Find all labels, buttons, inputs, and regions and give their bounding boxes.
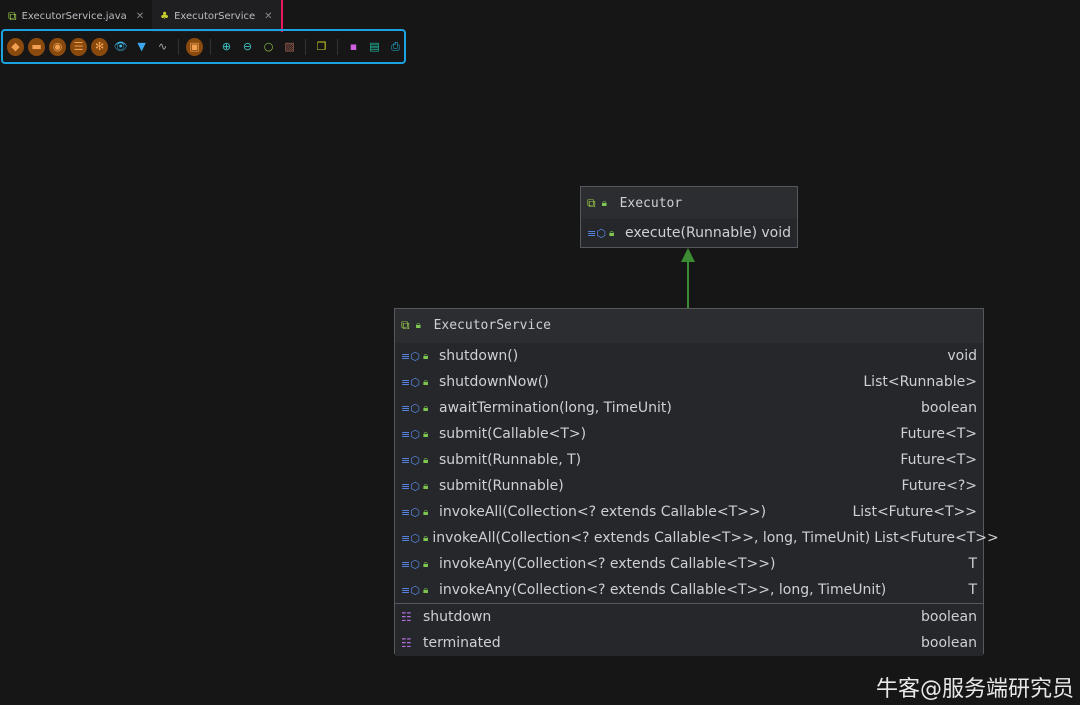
divider bbox=[305, 38, 307, 55]
print-icon[interactable]: ⎙ bbox=[387, 38, 404, 56]
method-icon: ≡⬡ bbox=[401, 557, 420, 571]
edge-routing-icon[interactable]: ∿ bbox=[154, 38, 171, 56]
lock-icon: 🔒︎ bbox=[601, 197, 607, 209]
field-row[interactable]: ☷ terminated boolean bbox=[395, 630, 983, 656]
zoom-out-icon[interactable]: ⊖ bbox=[239, 38, 256, 56]
node-header: ⧉ 🔒︎ Executor bbox=[581, 187, 797, 219]
arrowhead bbox=[681, 248, 695, 262]
method-row[interactable]: ≡⬡ 🔒︎ shutdownNow() List<Runnable> bbox=[395, 369, 983, 395]
interface-icon: ⧉ bbox=[8, 8, 17, 23]
method-row[interactable]: ≡⬡ 🔒︎ invokeAll(Collection<? extends Calla… bbox=[395, 499, 983, 525]
lock-icon: 🔒︎ bbox=[423, 350, 429, 362]
method-icon: ≡⬡ bbox=[401, 401, 420, 415]
lock-icon: 🔒︎ bbox=[423, 584, 429, 596]
method-icon: ≡⬡ bbox=[401, 427, 420, 441]
watermark: 牛客@服务端研究员 bbox=[875, 677, 1074, 702]
field-icon: ☷ bbox=[401, 636, 412, 650]
method-icon: ≡⬡ bbox=[401, 479, 420, 493]
fields-section: ☷ shutdown boolean ☷ terminated boolean bbox=[395, 604, 983, 656]
method-row[interactable]: ≡⬡ 🔒︎ shutdown() void bbox=[395, 343, 983, 369]
lock-icon: 🔒︎ bbox=[423, 376, 429, 388]
divider bbox=[178, 38, 180, 55]
method-row[interactable]: ≡⬡ 🔒︎ awaitTermination(long, TimeUnit) bool… bbox=[395, 395, 983, 421]
executor-node[interactable]: ⧉ 🔒︎ Executor ≡⬡ 🔒︎ execute(Runnable) void bbox=[580, 186, 798, 248]
field-icon: ☷ bbox=[401, 610, 412, 624]
lock-icon: 🔒︎ bbox=[423, 480, 429, 492]
zoom-in-icon[interactable]: ⊕ bbox=[218, 38, 235, 56]
save-icon[interactable]: ▪ bbox=[345, 38, 362, 56]
lock-icon: 🔒︎ bbox=[609, 227, 615, 239]
actual-size-icon[interactable]: ○ bbox=[260, 38, 277, 56]
lock-icon: 🔒︎ bbox=[415, 319, 421, 331]
diagram-icon: ♣ bbox=[160, 10, 170, 22]
visibility-eye-icon[interactable]: 👁 bbox=[112, 38, 129, 56]
method-icon: ≡⬡ bbox=[401, 583, 420, 597]
lock-icon: 🔒︎ bbox=[423, 532, 429, 544]
method-row[interactable]: ≡⬡ 🔒︎ submit(Runnable, T) Future<T> bbox=[395, 447, 983, 473]
lock-icon: 🔒︎ bbox=[423, 558, 429, 570]
editor-tabs: ⧉ ExecutorService.java ✕ ♣ ExecutorService ✕ bbox=[0, 0, 283, 32]
method-icon: ≡⬡ bbox=[401, 505, 420, 519]
package-icon[interactable]: ▣ bbox=[186, 37, 204, 56]
divider bbox=[210, 38, 212, 55]
method-row[interactable]: ≡⬡ 🔒︎ invokeAll(Collection<? extends Calla… bbox=[395, 525, 999, 551]
method-row[interactable]: ≡⬡ 🔒︎ submit(Runnable) Future<?> bbox=[395, 473, 983, 499]
fit-content-icon[interactable]: ▨ bbox=[281, 38, 298, 56]
lock-icon: 🔒︎ bbox=[423, 428, 429, 440]
tab-executorservice-java[interactable]: ⧉ ExecutorService.java ✕ bbox=[0, 0, 152, 32]
diagram-toolbar: ◆ ▬ ◉ ☰ ✻ 👁 ▼ ∿ ▣ ⊕ ⊖ ○ ▨ ❐ ▪ ▤ ⎙ bbox=[1, 29, 406, 64]
tab-executorservice-diagram[interactable]: ♣ ExecutorService ✕ bbox=[152, 0, 283, 32]
methods-icon[interactable]: ◉ bbox=[49, 37, 67, 56]
layout-icon[interactable]: ❐ bbox=[313, 38, 330, 56]
method-icon: ≡⬡ bbox=[587, 226, 606, 240]
inner-classes-icon[interactable]: ✻ bbox=[91, 37, 109, 56]
method-icon: ≡⬡ bbox=[401, 349, 420, 363]
method-icon: ≡⬡ bbox=[401, 375, 420, 389]
lock-icon: 🔒︎ bbox=[423, 402, 429, 414]
node-header: ⧉ 🔒︎ ExecutorService bbox=[395, 309, 983, 341]
export-icon[interactable]: ▤ bbox=[366, 38, 383, 56]
method-row[interactable]: ≡⬡ 🔒︎ invokeAny(Collection<? extends Calla… bbox=[395, 577, 983, 603]
close-icon[interactable]: ✕ bbox=[136, 11, 144, 22]
lock-icon: 🔒︎ bbox=[423, 454, 429, 466]
method-row[interactable]: ≡⬡ 🔒︎ invokeAny(Collection<? extends Calla… bbox=[395, 551, 983, 577]
divider bbox=[337, 38, 338, 55]
fields-icon[interactable]: ◆ bbox=[7, 37, 25, 56]
filter-icon[interactable]: ▼ bbox=[133, 38, 150, 56]
method-row[interactable]: ≡⬡ 🔒︎ execute(Runnable) void bbox=[581, 219, 797, 247]
close-icon[interactable]: ✕ bbox=[264, 11, 272, 22]
interface-icon: ⧉ bbox=[401, 317, 410, 332]
interface-icon: ⧉ bbox=[587, 195, 596, 210]
method-icon: ≡⬡ bbox=[401, 531, 420, 545]
field-row[interactable]: ☷ shutdown boolean bbox=[395, 604, 983, 630]
executorservice-node[interactable]: ⧉ 🔒︎ ExecutorService ≡⬡ 🔒︎ shutdown() void ≡⬡ 🔒… bbox=[394, 308, 999, 656]
method-row[interactable]: ≡⬡ 🔒︎ submit(Callable<T>) Future<T> bbox=[395, 421, 983, 447]
method-icon: ≡⬡ bbox=[401, 453, 420, 467]
constructors-icon[interactable]: ▬ bbox=[28, 37, 46, 56]
lock-icon: 🔒︎ bbox=[423, 506, 429, 518]
methods-section: ≡⬡ 🔒︎ shutdown() void ≡⬡ 🔒︎ shutdownNow() List<… bbox=[395, 341, 999, 603]
properties-icon[interactable]: ☰ bbox=[70, 37, 88, 56]
